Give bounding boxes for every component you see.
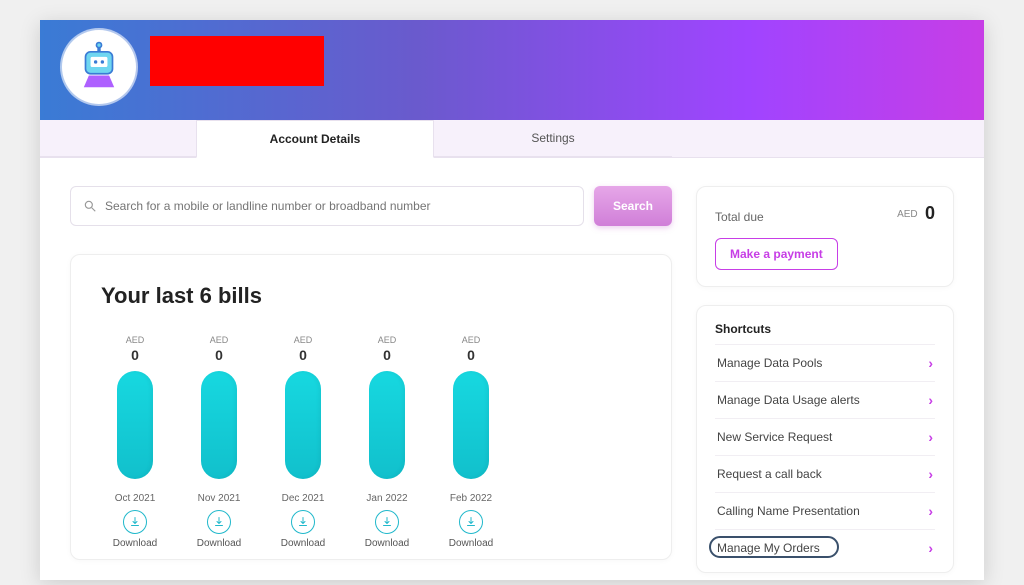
shortcut-manage-my-orders[interactable]: Manage My Orders › (715, 529, 935, 566)
bill-currency: AED (294, 335, 313, 345)
total-currency: AED (897, 209, 918, 220)
bill-bar: AED 0 Feb 2022 Download (443, 335, 499, 549)
total-label: Total due (715, 210, 764, 224)
tabs: Account Details Settings (40, 120, 984, 158)
bills-bars: AED 0 Oct 2021 Download AED 0 Nov 2021 D… (101, 335, 641, 549)
download-button[interactable] (375, 510, 399, 534)
bill-currency: AED (462, 335, 481, 345)
shortcut-request-call-back[interactable]: Request a call back › (715, 455, 935, 492)
download-button[interactable] (123, 510, 147, 534)
make-payment-button[interactable]: Make a payment (715, 238, 838, 270)
bill-month: Oct 2021 (115, 493, 156, 504)
bill-value: 0 (467, 347, 475, 363)
download-icon (129, 516, 141, 528)
download-icon (213, 516, 225, 528)
search-row: Search (70, 186, 672, 226)
download-icon (381, 516, 393, 528)
tab-settings[interactable]: Settings (434, 120, 672, 157)
bills-title: Your last 6 bills (101, 283, 641, 309)
header-banner (40, 20, 984, 120)
bill-value: 0 (215, 347, 223, 363)
shortcuts-card: Shortcuts Manage Data Pools › Manage Dat… (696, 305, 954, 573)
bill-value: 0 (131, 347, 139, 363)
shortcut-label: New Service Request (717, 430, 832, 444)
bill-bar: AED 0 Nov 2021 Download (191, 335, 247, 549)
bar-shape (285, 371, 321, 479)
search-icon (83, 199, 97, 213)
download-label: Download (281, 538, 325, 549)
shortcut-manage-data-usage-alerts[interactable]: Manage Data Usage alerts › (715, 381, 935, 418)
shortcut-label: Manage Data Pools (717, 356, 822, 370)
shortcut-label: Request a call back (717, 467, 822, 481)
search-box[interactable] (70, 186, 584, 226)
shortcut-calling-name-presentation[interactable]: Calling Name Presentation › (715, 492, 935, 529)
download-label: Download (113, 538, 157, 549)
main-column: Search Your last 6 bills AED 0 Oct 2021 … (70, 186, 672, 580)
download-label: Download (449, 538, 493, 549)
page: Account Details Settings Search Your las… (40, 20, 984, 580)
chevron-right-icon: › (928, 540, 933, 556)
download-label: Download (365, 538, 409, 549)
bill-month: Feb 2022 (450, 493, 492, 504)
robot-avatar-icon (72, 40, 126, 94)
redacted-name (150, 36, 324, 86)
shortcut-label: Manage Data Usage alerts (717, 393, 860, 407)
chevron-right-icon: › (928, 429, 933, 445)
bar-shape (117, 371, 153, 479)
bill-bar: AED 0 Oct 2021 Download (107, 335, 163, 549)
chevron-right-icon: › (928, 392, 933, 408)
highlight-ellipse (709, 536, 839, 558)
shortcut-new-service-request[interactable]: New Service Request › (715, 418, 935, 455)
search-input[interactable] (105, 199, 571, 213)
search-button[interactable]: Search (594, 186, 672, 226)
bills-card: Your last 6 bills AED 0 Oct 2021 Downloa… (70, 254, 672, 560)
bill-currency: AED (378, 335, 397, 345)
total-amount: 0 (925, 203, 935, 223)
download-button[interactable] (459, 510, 483, 534)
tabs-spacer (40, 120, 196, 157)
bill-value: 0 (383, 347, 391, 363)
chevron-right-icon: › (928, 466, 933, 482)
body: Search Your last 6 bills AED 0 Oct 2021 … (40, 158, 984, 580)
avatar (62, 30, 136, 104)
download-icon (297, 516, 309, 528)
bar-shape (453, 371, 489, 479)
total-row: Total due AED 0 (715, 203, 935, 224)
bill-currency: AED (210, 335, 229, 345)
total-due-card: Total due AED 0 Make a payment (696, 186, 954, 287)
shortcuts-title: Shortcuts (715, 322, 935, 336)
bar-shape (369, 371, 405, 479)
download-icon (465, 516, 477, 528)
bill-bar: AED 0 Dec 2021 Download (275, 335, 331, 549)
bill-value: 0 (299, 347, 307, 363)
side-column: Total due AED 0 Make a payment Shortcuts… (696, 186, 954, 580)
shortcut-manage-data-pools[interactable]: Manage Data Pools › (715, 344, 935, 381)
chevron-right-icon: › (928, 355, 933, 371)
bill-currency: AED (126, 335, 145, 345)
download-label: Download (197, 538, 241, 549)
bill-month: Jan 2022 (366, 493, 407, 504)
tab-account-details[interactable]: Account Details (196, 120, 434, 158)
shortcut-label: Calling Name Presentation (717, 504, 860, 518)
download-button[interactable] (291, 510, 315, 534)
bill-month: Nov 2021 (198, 493, 241, 504)
bar-shape (201, 371, 237, 479)
bill-bar: AED 0 Jan 2022 Download (359, 335, 415, 549)
download-button[interactable] (207, 510, 231, 534)
chevron-right-icon: › (928, 503, 933, 519)
bill-month: Dec 2021 (282, 493, 325, 504)
